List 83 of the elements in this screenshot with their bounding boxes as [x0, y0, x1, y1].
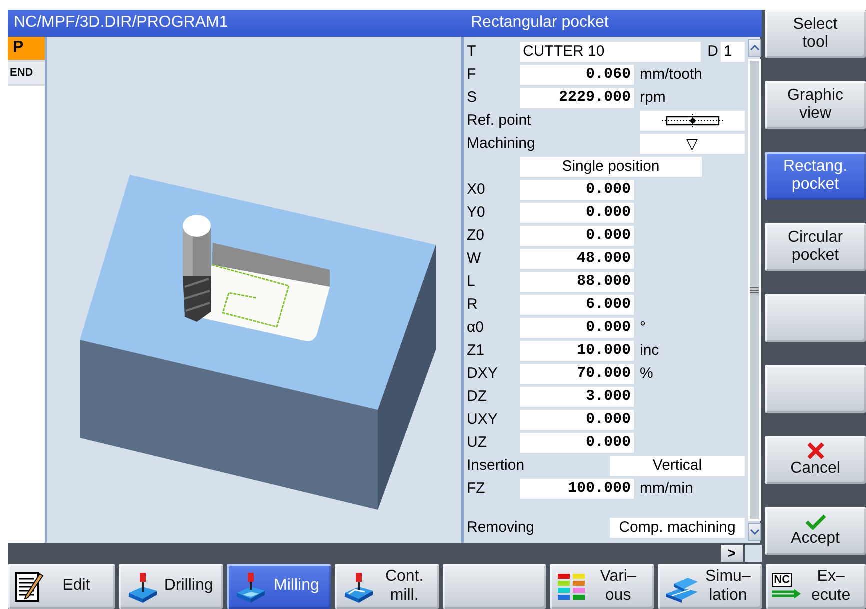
field-label: Z1 [467, 342, 486, 359]
softkey[interactable]: Select tool [765, 10, 866, 58]
value-field[interactable]: 10.000 [520, 340, 634, 360]
notepad-icon [14, 570, 44, 604]
field-label: DXY [467, 365, 499, 382]
value-field[interactable]: 0.000 [520, 226, 634, 246]
grip-icon [750, 286, 759, 294]
field-label: W [467, 250, 482, 267]
softkey[interactable]: Milling [226, 564, 331, 609]
chevron-down-icon [750, 529, 760, 535]
scroll-thumb[interactable] [748, 59, 761, 521]
softkey[interactable]: Drilling [118, 564, 223, 609]
form-title: Rectangular pocket [465, 10, 765, 37]
scrollbar-corner [745, 544, 762, 562]
unit-label: mm/min [640, 480, 694, 497]
field-label: D [706, 43, 720, 60]
choice-field[interactable]: Comp. machining [610, 518, 745, 538]
softkey[interactable]: Cancel [765, 436, 866, 484]
value-field[interactable]: 0.000 [520, 318, 634, 338]
close-icon [806, 442, 824, 460]
field-label: Z0 [467, 227, 486, 244]
field-label: UXY [467, 411, 499, 428]
tool-field[interactable]: CUTTER 10 [520, 42, 701, 62]
machining-field[interactable]: ▽ [640, 134, 745, 154]
softkey[interactable] [765, 365, 866, 413]
field-label: T [467, 43, 478, 60]
scroll-up-button[interactable] [748, 39, 761, 57]
unit-label: inc [640, 342, 660, 359]
reference-point-icon [662, 114, 724, 128]
softkey[interactable] [442, 564, 546, 609]
program-block[interactable]: END [8, 62, 45, 86]
softkey[interactable]: NC Ex– ecute [766, 564, 866, 609]
unit-label: ° [640, 319, 646, 336]
reference-point-field[interactable] [640, 110, 745, 130]
position-pattern-field[interactable]: Single position [520, 156, 702, 176]
field-label: X0 [467, 181, 486, 198]
value-field[interactable]: 88.000 [520, 272, 634, 292]
softkey[interactable]: Simu– lation [658, 564, 762, 609]
softkey[interactable]: Cont. mill. [334, 564, 438, 609]
edge-number-field[interactable]: 1 [721, 42, 745, 62]
program-path-title: NC/MPF/3D.DIR/PROGRAM1 [8, 10, 465, 37]
softkey[interactable]: Circular pocket [765, 223, 866, 271]
value-field[interactable]: 2229.000 [520, 88, 634, 108]
field-label: Machining [467, 135, 536, 152]
softkey[interactable]: Edit [8, 564, 115, 609]
value-field[interactable]: 100.000 [520, 478, 634, 498]
program-block[interactable]: P [8, 37, 45, 62]
field-label: α0 [467, 319, 486, 336]
arrow-icon [772, 589, 802, 600]
field-label: Insertion [467, 457, 525, 474]
field-label: DZ [467, 388, 488, 405]
value-field[interactable]: 0.000 [520, 202, 634, 222]
field-label: F [467, 66, 478, 83]
field-label: FZ [467, 480, 486, 497]
more-button[interactable]: > [721, 544, 743, 562]
field-label: L [467, 273, 476, 290]
value-field[interactable]: 0.060 [520, 64, 634, 84]
field-label: R [467, 296, 479, 313]
softkey[interactable]: Graphic view [765, 81, 866, 129]
value-field[interactable]: 6.000 [520, 294, 634, 314]
checkmark-icon [804, 514, 826, 530]
value-field[interactable]: 3.000 [520, 386, 634, 406]
unit-label: mm/tooth [640, 66, 703, 83]
value-field[interactable]: 0.000 [520, 410, 634, 430]
field-label: Ref. point [467, 112, 532, 129]
scroll-down-button[interactable] [748, 523, 761, 541]
softkey[interactable] [765, 294, 866, 342]
field-label: S [467, 89, 478, 106]
value-field[interactable]: 70.000 [520, 364, 634, 384]
unit-label: % [640, 365, 654, 382]
unit-label: rpm [640, 89, 666, 106]
chevron-up-icon [750, 45, 760, 51]
softkey[interactable]: Vari– ous [550, 564, 654, 609]
value-field[interactable]: 0.000 [520, 180, 634, 200]
field-label: Removing [467, 519, 535, 536]
field-label: Y0 [467, 204, 486, 221]
nc-badge: NC [772, 573, 792, 587]
value-field[interactable]: 0.000 [520, 432, 634, 452]
value-field[interactable]: 48.000 [520, 248, 634, 268]
softkey[interactable]: Rectang. pocket [765, 152, 866, 200]
choice-field[interactable]: Vertical [610, 456, 745, 476]
softkey[interactable]: Accept [765, 507, 866, 555]
field-label: UZ [467, 434, 488, 451]
